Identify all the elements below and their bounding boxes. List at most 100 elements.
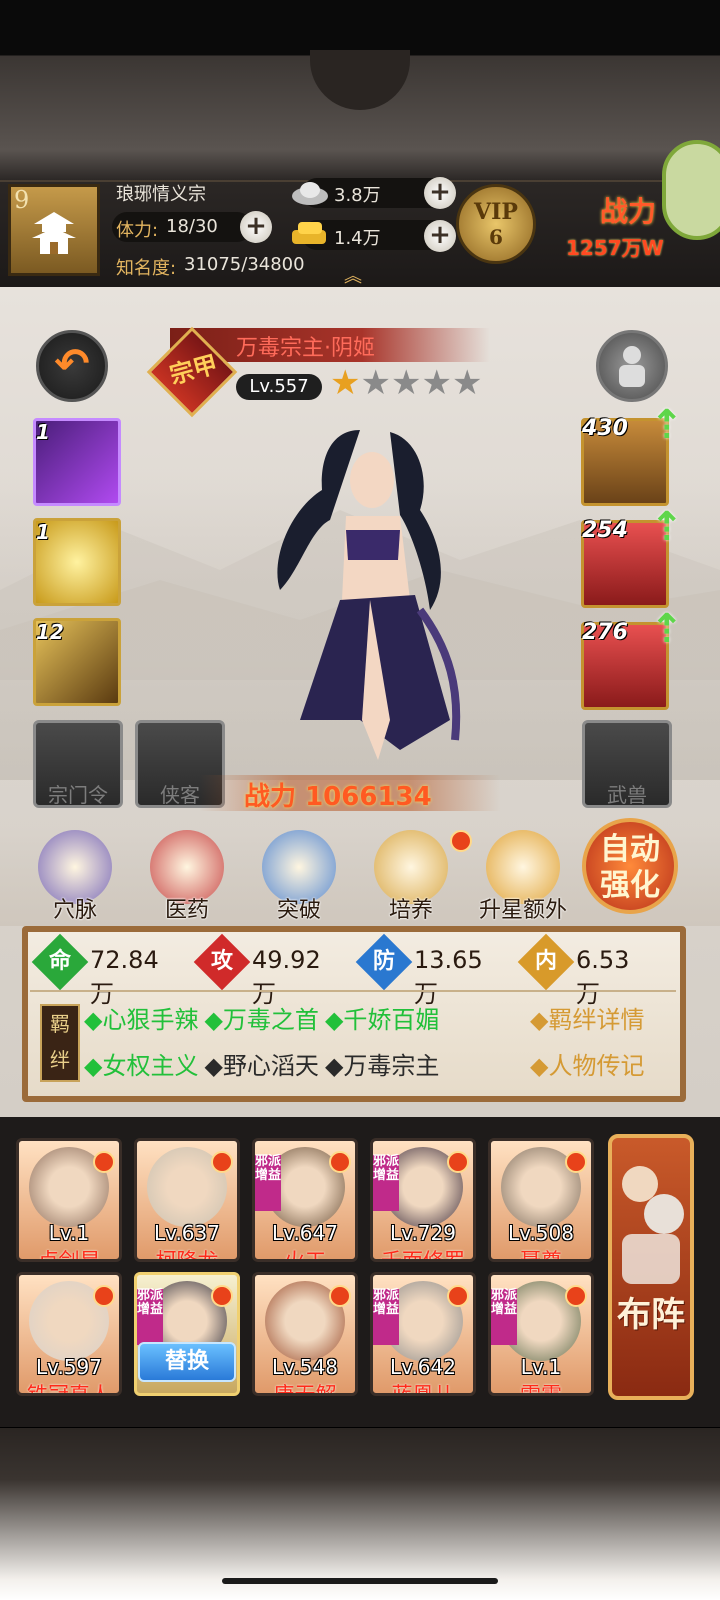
- hero-power-label: 战力: [244, 782, 297, 812]
- expand-chevron-icon[interactable]: ︽: [344, 262, 362, 288]
- upgrade-arrow-icon: ⇡: [650, 504, 684, 550]
- player-power-value: 1257万W: [566, 236, 664, 260]
- auto-enhance-button[interactable]: 自动强化: [582, 818, 678, 914]
- stamina-value: 18/30: [166, 216, 218, 237]
- fetter-item: ◆千娇百媚: [324, 1006, 440, 1034]
- hero-power-value: 1066134: [305, 782, 432, 812]
- star-filled-icon: ★: [330, 363, 361, 403]
- hero-star-rating: ★★★★★: [330, 366, 482, 400]
- armor-view-button[interactable]: [596, 330, 668, 402]
- roster-hero-card[interactable]: Lv.597 铁冠真人: [16, 1272, 122, 1396]
- roster-hero-card[interactable]: Lv.508 聂尊: [488, 1138, 594, 1262]
- function-label: 穴脉: [52, 898, 97, 923]
- skill-count: 1: [36, 420, 50, 444]
- player-level: 9: [14, 186, 30, 214]
- evil-faction-tag: 邪派增益: [373, 1155, 399, 1211]
- equipment-value: 254: [582, 518, 628, 543]
- roster-hero-card[interactable]: Lv.647 火工 邪派增益: [252, 1138, 358, 1262]
- hero-portrait: [277, 430, 461, 760]
- fetter-item: ◆万毒宗主: [324, 1052, 440, 1080]
- roster-hero-card[interactable]: Lv.729 千面修罗 邪派增益: [370, 1138, 476, 1262]
- evil-faction-tag: 邪派增益: [137, 1289, 163, 1345]
- skill-count: 12: [36, 620, 64, 644]
- vip-label: VIP: [474, 199, 518, 225]
- fetter-item: ◆野心滔天: [204, 1052, 319, 1080]
- notification-dot: [93, 1151, 115, 1173]
- notification-dot: [565, 1151, 587, 1173]
- star-empty-icon: ★: [360, 363, 391, 403]
- hero-name: 万毒宗主·阴姬: [236, 336, 375, 361]
- equipment-value: 276: [582, 620, 628, 645]
- star-empty-icon: ★: [451, 363, 483, 403]
- stat-icon: 内: [517, 933, 575, 991]
- biography-link[interactable]: ◆人物传记: [530, 1046, 644, 1081]
- roster-hero-level: Lv.548: [272, 1355, 338, 1379]
- roster-hero-name: 柯降龙: [155, 1249, 219, 1262]
- function-button[interactable]: 穴脉: [30, 830, 120, 924]
- gold-ingot-icon: [292, 222, 326, 244]
- fetter-item: ◆万毒之首: [204, 1006, 319, 1034]
- vip-badge[interactable]: VIP 6: [456, 184, 536, 264]
- roster-hero-card[interactable]: Lv.1 卢剑星: [16, 1138, 122, 1262]
- roster-hero-level: Lv.597: [36, 1355, 102, 1379]
- home-indicator[interactable]: [222, 1578, 498, 1584]
- sect-token-slot[interactable]: 宗门令: [33, 720, 123, 808]
- roster-hero-name: 火工: [284, 1249, 326, 1262]
- pagoda-icon: [32, 212, 76, 254]
- vip-level: 6: [489, 225, 503, 249]
- skill-count: 1: [36, 520, 50, 544]
- silver-value: 3.8万: [334, 185, 381, 206]
- star-empty-icon: ★: [421, 363, 452, 403]
- stats-row: 命 72.84万攻 49.92万防 13.65万内 6.53万: [31, 933, 674, 1008]
- fame-label: 知名度:: [116, 258, 177, 279]
- add-silver-button[interactable]: +: [424, 177, 456, 209]
- function-label: 医药: [164, 898, 209, 923]
- roster-hero-card[interactable]: Lv.637 柯降龙: [134, 1138, 240, 1262]
- roster-hero-card[interactable]: Lv.642 蓝凰儿 邪派增益: [370, 1272, 476, 1396]
- evil-faction-tag: 邪派增益: [491, 1289, 517, 1345]
- formation-label: 布阵: [617, 1295, 685, 1335]
- player-power-label: 战力: [600, 195, 657, 228]
- add-stamina-button[interactable]: +: [240, 211, 272, 243]
- gold-value: 1.4万: [334, 228, 381, 249]
- evil-faction-tag: 邪派增益: [255, 1155, 281, 1211]
- stat-icon-label: 防: [372, 949, 395, 974]
- roster-hero-card[interactable]: Lv.548 唐无解: [252, 1272, 358, 1396]
- roster-hero-name: 唐无解: [273, 1383, 337, 1396]
- side-menu-button[interactable]: [662, 140, 720, 240]
- roster-hero-card[interactable]: Lv.1 雷震 邪派增益: [488, 1272, 594, 1396]
- roster-hero-level: Lv.1: [48, 1221, 90, 1245]
- upgrade-arrow-icon: ⇡: [650, 402, 684, 448]
- sect-name: 琅琊情义宗: [116, 184, 206, 205]
- fetter-detail-link[interactable]: ◆羁绊详情: [530, 1000, 644, 1035]
- upgrade-arrow-icon: ⇡: [650, 606, 684, 652]
- function-button[interactable]: 升星额外: [478, 830, 568, 924]
- function-button[interactable]: 医药: [142, 830, 232, 924]
- status-bar: [0, 0, 720, 55]
- fetter-row: ◆女权主义 ◆野心滔天 ◆万毒宗主: [84, 1046, 445, 1081]
- formation-button[interactable]: [608, 1134, 694, 1400]
- function-label: 升星额外: [478, 898, 567, 923]
- roster-hero-level: Lv.729: [390, 1221, 456, 1245]
- roster-hero-name: 聂尊: [520, 1249, 562, 1262]
- function-label: 突破: [276, 898, 321, 923]
- stat-icon-label: 内: [534, 949, 557, 974]
- roster-grid: Lv.1 卢剑星 Lv.637 柯降龙 Lv.647 火工 邪派增益 Lv.729 千面修罗 邪派…: [16, 1138, 604, 1408]
- stat-icon-label: 攻: [210, 949, 233, 974]
- roster-hero-level: Lv.1: [520, 1355, 562, 1379]
- back-button[interactable]: ↶: [36, 330, 108, 402]
- beast-slot[interactable]: 武兽: [582, 720, 672, 808]
- hero-level: Lv.557: [236, 374, 322, 400]
- stat-icon: 命: [31, 933, 89, 991]
- armor-icon: [619, 346, 645, 387]
- add-gold-button[interactable]: +: [424, 220, 456, 252]
- equipment-value: 430: [582, 416, 628, 441]
- fetter-seal: 羁绊: [40, 1004, 80, 1082]
- bottom-decoration: [0, 1428, 720, 1600]
- function-button[interactable]: 突破: [254, 830, 344, 924]
- roster-hero-name: 雷震: [520, 1383, 562, 1396]
- function-button[interactable]: 培养: [366, 830, 456, 924]
- swap-button[interactable]: 替换: [138, 1342, 236, 1382]
- roster-hero-name: 卢剑星: [37, 1249, 101, 1262]
- stat-icon: 防: [355, 933, 413, 991]
